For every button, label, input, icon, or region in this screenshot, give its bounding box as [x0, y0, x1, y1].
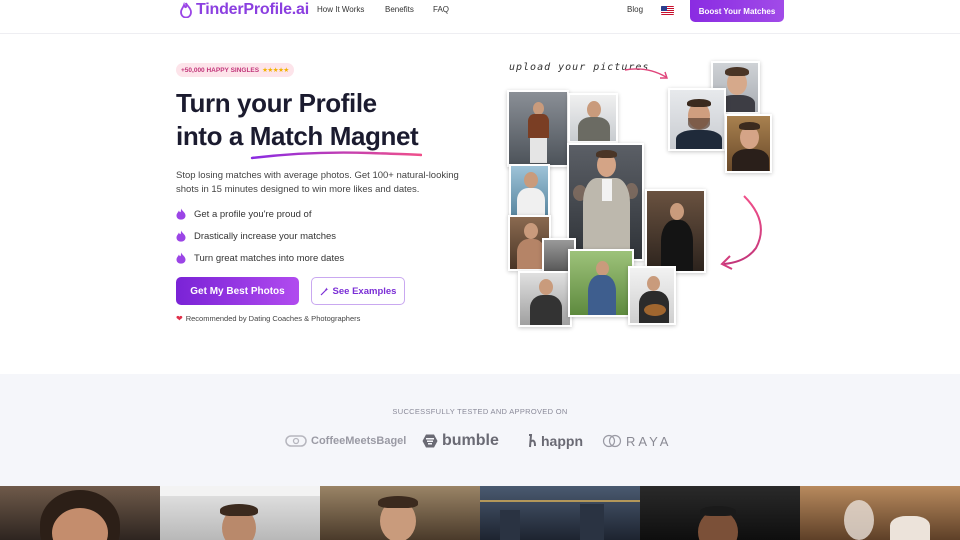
logo-text: TinderProfile.ai — [196, 1, 309, 18]
generated-photo — [518, 271, 572, 327]
example-photos-strip — [0, 486, 960, 540]
happn-icon — [529, 434, 536, 448]
uploaded-photo — [668, 88, 726, 151]
generated-photo — [628, 266, 676, 325]
bumble-logo-text: bumble — [442, 432, 499, 449]
happn-logo-text: happn — [541, 433, 583, 449]
see-examples-label: See Examples — [332, 285, 397, 297]
see-examples-button[interactable]: See Examples — [311, 277, 405, 305]
flame-icon — [180, 2, 192, 18]
nav-link-benefits[interactable]: Benefits — [385, 5, 414, 14]
flame-icon — [176, 252, 186, 264]
generated-photo-featured — [567, 143, 644, 261]
uploaded-photo — [725, 114, 772, 173]
generated-photo — [568, 249, 634, 317]
benefit-text: Drastically increase your matches — [194, 230, 337, 242]
example-photo — [640, 486, 800, 540]
generated-photo — [568, 93, 618, 143]
magic-wand-icon — [320, 287, 328, 295]
coffeemeetsbagel-logo: CoffeeMeetsBagel — [285, 431, 406, 451]
bumble-logo: bumble — [422, 431, 499, 451]
hero-title-line1: Turn your Profile — [176, 88, 377, 118]
curved-arrow-icon — [624, 68, 668, 79]
raya-logo-text: RAYA — [626, 433, 672, 449]
benefit-text: Get a profile you're proud of — [194, 208, 312, 220]
heart-icon: ❤ — [176, 314, 183, 323]
bumble-hex-icon — [422, 434, 438, 448]
curved-arrow-icon — [720, 195, 762, 270]
cmb-icon — [285, 435, 307, 447]
generated-photo — [645, 189, 706, 273]
happn-logo: happn — [527, 431, 583, 451]
top-nav: TinderProfile.ai How It Works Benefits F… — [0, 0, 960, 34]
recommended-text: Recommended by Dating Coaches & Photogra… — [185, 314, 361, 323]
site-logo[interactable]: TinderProfile.ai — [180, 0, 309, 20]
flame-icon — [176, 208, 186, 220]
example-photo — [480, 486, 640, 540]
happy-singles-badge: +50,000 HAPPY SINGLES ★★★★★ — [176, 63, 294, 77]
raya-rings-icon — [602, 434, 622, 448]
benefit-item: Get a profile you're proud of — [176, 208, 311, 220]
generated-photo — [509, 164, 550, 217]
benefit-item: Drastically increase your matches — [176, 230, 336, 242]
title-underline-decoration — [250, 151, 422, 160]
nav-link-blog[interactable]: Blog — [627, 5, 643, 14]
star-rating: ★★★★★ — [262, 67, 289, 74]
example-photo — [160, 486, 320, 540]
get-best-photos-button[interactable]: Get My Best Photos — [176, 277, 299, 305]
recommended-note: ❤ Recommended by Dating Coaches & Photog… — [176, 314, 360, 323]
nav-link-faq[interactable]: FAQ — [433, 5, 449, 14]
example-photo — [800, 486, 960, 540]
us-flag-icon[interactable] — [661, 6, 674, 15]
partners-band — [0, 374, 960, 486]
badge-text: +50,000 HAPPY SINGLES — [181, 66, 260, 74]
benefit-text: Turn great matches into more dates — [194, 252, 345, 264]
example-photo — [0, 486, 160, 540]
nav-link-how-it-works[interactable]: How It Works — [317, 5, 364, 14]
example-photo — [320, 486, 480, 540]
generated-photo — [507, 90, 569, 167]
cmb-logo-text: CoffeeMeetsBagel — [311, 435, 407, 447]
flame-icon — [176, 230, 186, 242]
raya-logo: RAYA — [602, 431, 671, 451]
boost-matches-button[interactable]: Boost Your Matches — [690, 0, 784, 22]
benefit-item: Turn great matches into more dates — [176, 252, 344, 264]
hero-subtitle: Stop losing matches with average photos.… — [176, 170, 459, 195]
partners-title: SUCCESSFULLY TESTED AND APPROVED ON — [392, 407, 568, 416]
